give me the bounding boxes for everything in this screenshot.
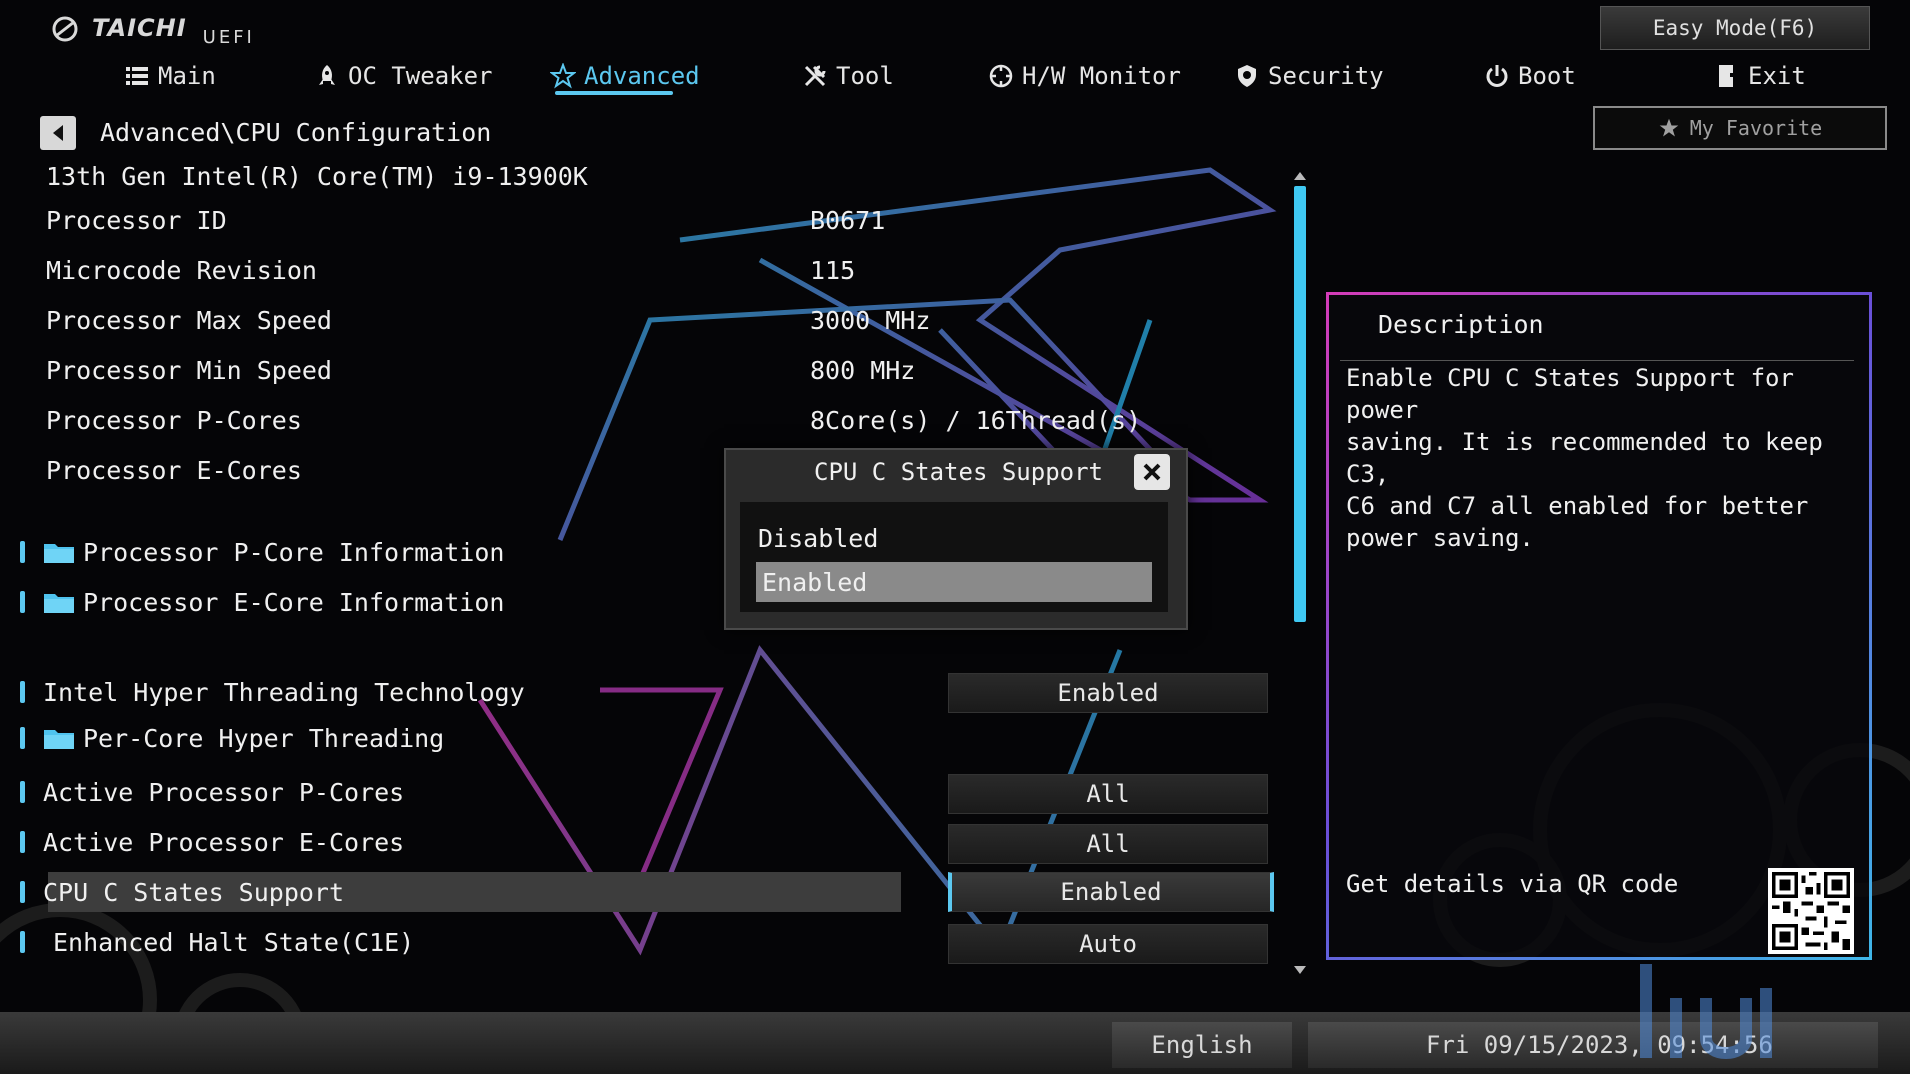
qr-code-label: Get details via QR code (1346, 870, 1679, 898)
description-divider (1340, 360, 1854, 361)
submenu-e-core-info[interactable]: Processor E-Core Information (20, 582, 504, 622)
row-marker (20, 781, 25, 803)
row-marker (20, 931, 25, 953)
tab-exit-label: Exit (1748, 62, 1806, 90)
tab-exit[interactable]: Exit (1714, 58, 1806, 94)
setting-value-dropdown-selected[interactable]: Enabled (948, 872, 1274, 912)
row-marker (20, 591, 25, 613)
tab-advanced-label: Advanced (584, 62, 700, 90)
easy-mode-button[interactable]: Easy Mode(F6) (1600, 6, 1870, 50)
taichi-logo-icon (52, 16, 78, 42)
setting-hyper-threading[interactable]: Intel Hyper Threading Technology (20, 672, 525, 712)
row-marker (20, 727, 25, 749)
submenu-p-core-info[interactable]: Processor P-Core Information (20, 532, 504, 572)
setting-label: Per-Core Hyper Threading (83, 723, 445, 753)
folder-icon (44, 594, 74, 613)
submenu-label: Processor E-Core Information (83, 587, 505, 617)
info-label: Processor Max Speed (46, 306, 332, 335)
tab-oc-tweaker-label: OC Tweaker (348, 62, 493, 90)
rocket-icon (319, 65, 335, 85)
tab-tool[interactable]: Tool (802, 58, 894, 94)
description-text: Enable CPU C States Support for power sa… (1346, 364, 1823, 552)
row-marker (20, 881, 25, 903)
setting-cpu-c-states[interactable]: CPU C States Support (20, 872, 344, 912)
setting-value-dropdown[interactable]: Auto (948, 924, 1268, 964)
info-value: 115 (810, 256, 856, 285)
cpu-model-name: 13th Gen Intel(R) Core(TM) i9-13900K (46, 162, 588, 191)
info-value: 3000 MHz (810, 306, 931, 335)
info-value: 800 MHz (810, 356, 916, 385)
monitor-gauge-icon (989, 64, 1013, 88)
brand-name: TAICHI (92, 14, 187, 42)
setting-enhanced-halt-state[interactable]: Enhanced Halt State(C1E) (20, 922, 414, 962)
setting-value-dropdown[interactable]: Enabled (948, 673, 1268, 713)
tab-advanced[interactable]: Advanced (550, 58, 700, 94)
tab-security[interactable]: Security (1234, 58, 1384, 94)
back-button[interactable] (40, 116, 76, 150)
qr-code-image (1768, 868, 1854, 954)
close-icon (1143, 463, 1161, 481)
setting-label: Intel Hyper Threading Technology (43, 677, 525, 707)
power-icon (1486, 65, 1508, 87)
row-marker (20, 541, 25, 563)
tab-tool-label: Tool (836, 62, 894, 90)
description-title: Description (1378, 310, 1544, 339)
tab-hw-monitor[interactable]: H/W Monitor (988, 58, 1181, 94)
tab-boot[interactable]: Boot (1484, 58, 1576, 94)
list-icon (126, 67, 148, 85)
row-marker (20, 831, 25, 853)
info-value: 8Core(s) / 16Thread(s) (810, 406, 1142, 435)
tab-main[interactable]: Main (124, 58, 216, 94)
submenu-label: Processor P-Core Information (83, 537, 505, 567)
brand-sub: UEFI (202, 27, 255, 48)
folder-icon (44, 730, 74, 749)
setting-label: Active Processor E-Cores (43, 827, 405, 857)
setting-label: Enhanced Halt State(C1E) (53, 927, 415, 957)
info-value: B0671 (810, 206, 886, 235)
info-label: Processor P-Cores (46, 406, 302, 435)
setting-value-dropdown[interactable]: All (948, 774, 1268, 814)
setting-label: CPU C States Support (43, 877, 345, 907)
star-icon (550, 63, 576, 89)
language-selector[interactable]: English (1112, 1022, 1292, 1068)
star-icon (1659, 118, 1679, 137)
tools-icon (804, 65, 826, 87)
exit-door-icon (1719, 65, 1733, 87)
tab-oc-tweaker[interactable]: OC Tweaker (314, 58, 493, 94)
info-label: Processor E-Cores (46, 456, 302, 485)
my-favorite-label: My Favorite (1689, 116, 1823, 140)
setting-label: Active Processor P-Cores (43, 777, 405, 807)
scroll-down-arrow[interactable] (1294, 966, 1306, 974)
popup-option-disabled[interactable]: Disabled (752, 518, 1152, 558)
submenu-per-core-hyper-threading[interactable]: Per-Core Hyper Threading (20, 718, 444, 758)
active-tab-indicator (555, 91, 673, 95)
arrow-left-icon (53, 125, 63, 141)
tab-main-label: Main (158, 62, 216, 90)
row-marker (20, 681, 25, 703)
watermark-logo (1640, 964, 1772, 1059)
popup-title: CPU C States Support (814, 458, 1103, 486)
info-label: Microcode Revision (46, 256, 317, 285)
tab-hw-monitor-label: H/W Monitor (1022, 62, 1181, 90)
popup-option-enabled[interactable]: Enabled (756, 562, 1152, 602)
my-favorite-button[interactable]: My Favorite (1593, 106, 1887, 150)
setting-value-dropdown[interactable]: All (948, 824, 1268, 864)
brand-logo: TAICHI UEFI (50, 14, 255, 48)
scroll-up-arrow[interactable] (1294, 172, 1306, 180)
info-label: Processor ID (46, 206, 227, 235)
tab-security-label: Security (1268, 62, 1384, 90)
info-label: Processor Min Speed (46, 356, 332, 385)
breadcrumb: Advanced\CPU Configuration (100, 118, 492, 147)
setting-active-e-cores[interactable]: Active Processor E-Cores (20, 822, 404, 862)
scrollbar-thumb[interactable] (1294, 186, 1306, 622)
tab-boot-label: Boot (1518, 62, 1576, 90)
popup-close-button[interactable] (1134, 454, 1170, 490)
folder-icon (44, 544, 74, 563)
shield-icon (1238, 65, 1256, 87)
setting-active-p-cores[interactable]: Active Processor P-Cores (20, 772, 404, 812)
